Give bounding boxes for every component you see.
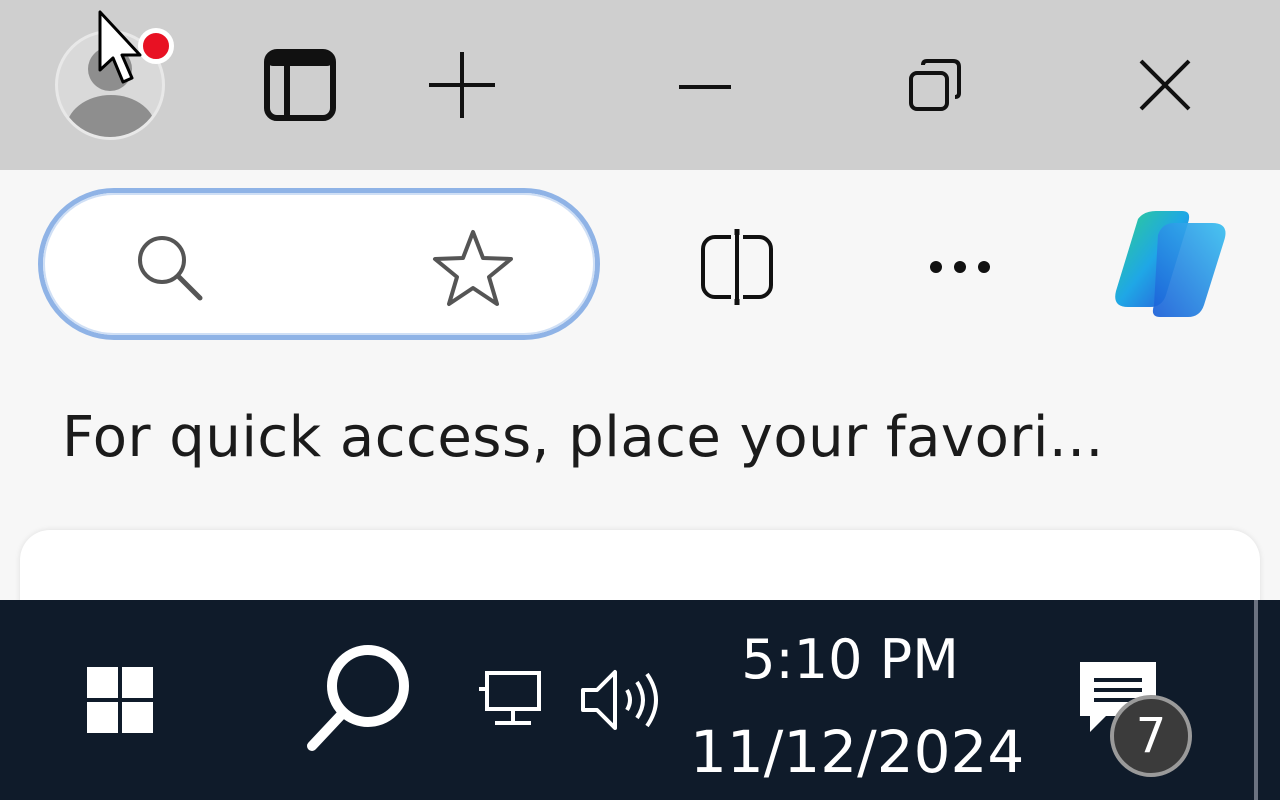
- network-button[interactable]: [470, 660, 550, 740]
- address-bar[interactable]: [38, 188, 600, 340]
- desktop-edge-scrollbar: [1254, 600, 1258, 800]
- more-button[interactable]: [915, 222, 1005, 312]
- volume-button[interactable]: [575, 660, 670, 740]
- favorite-button[interactable]: [428, 223, 518, 313]
- volume-icon: [580, 670, 658, 730]
- taskbar-search-button[interactable]: [295, 640, 425, 760]
- clock-time[interactable]: 5:10 PM: [720, 628, 980, 691]
- copilot-button[interactable]: [1105, 205, 1235, 325]
- copilot-icon: [1115, 211, 1226, 317]
- restore-icon: [909, 59, 961, 111]
- more-icon: [930, 261, 990, 273]
- clock-date[interactable]: 11/12/2024: [690, 718, 1024, 786]
- new-tab-icon: [429, 52, 495, 118]
- favorite-star-icon: [433, 230, 513, 306]
- mouse-cursor-icon: [98, 10, 142, 84]
- tab-actions-icon: [264, 49, 336, 121]
- close-icon: [1139, 59, 1191, 111]
- avatar-body: [66, 95, 156, 137]
- minimize-icon: [679, 85, 731, 89]
- title-bar: [0, 0, 1280, 170]
- restore-button[interactable]: [890, 40, 980, 130]
- search-icon: [138, 236, 203, 301]
- browser-toolbar: [0, 170, 1280, 360]
- split-screen-button[interactable]: [692, 222, 782, 312]
- tab-actions-button[interactable]: [255, 40, 345, 130]
- close-button[interactable]: [1120, 40, 1210, 130]
- minimize-button[interactable]: [660, 40, 750, 130]
- search-button[interactable]: [125, 223, 215, 313]
- notification-count-badge: 7: [1110, 695, 1192, 777]
- start-button[interactable]: [70, 650, 170, 750]
- split-screen-icon: [701, 229, 773, 305]
- new-tab-button[interactable]: [417, 40, 507, 130]
- taskbar-search-icon: [307, 645, 409, 751]
- favorites-bar-message: For quick access, place your favori...: [62, 405, 1104, 470]
- windows-start-icon: [87, 667, 153, 733]
- network-icon: [479, 671, 541, 725]
